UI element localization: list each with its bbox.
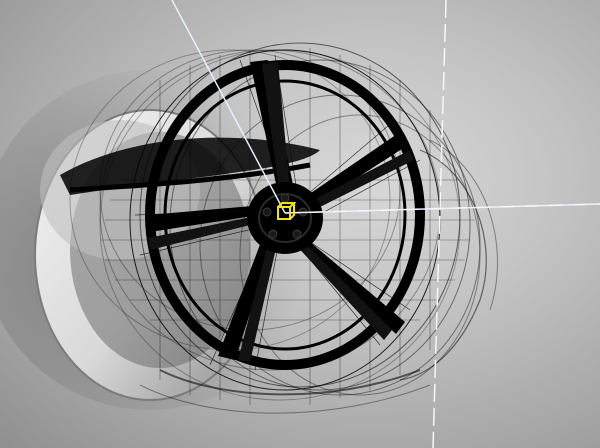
- guide-line-vertical[interactable]: [432, 0, 447, 448]
- viewport-3d[interactable]: [0, 0, 600, 448]
- viewport-canvas[interactable]: [0, 0, 600, 448]
